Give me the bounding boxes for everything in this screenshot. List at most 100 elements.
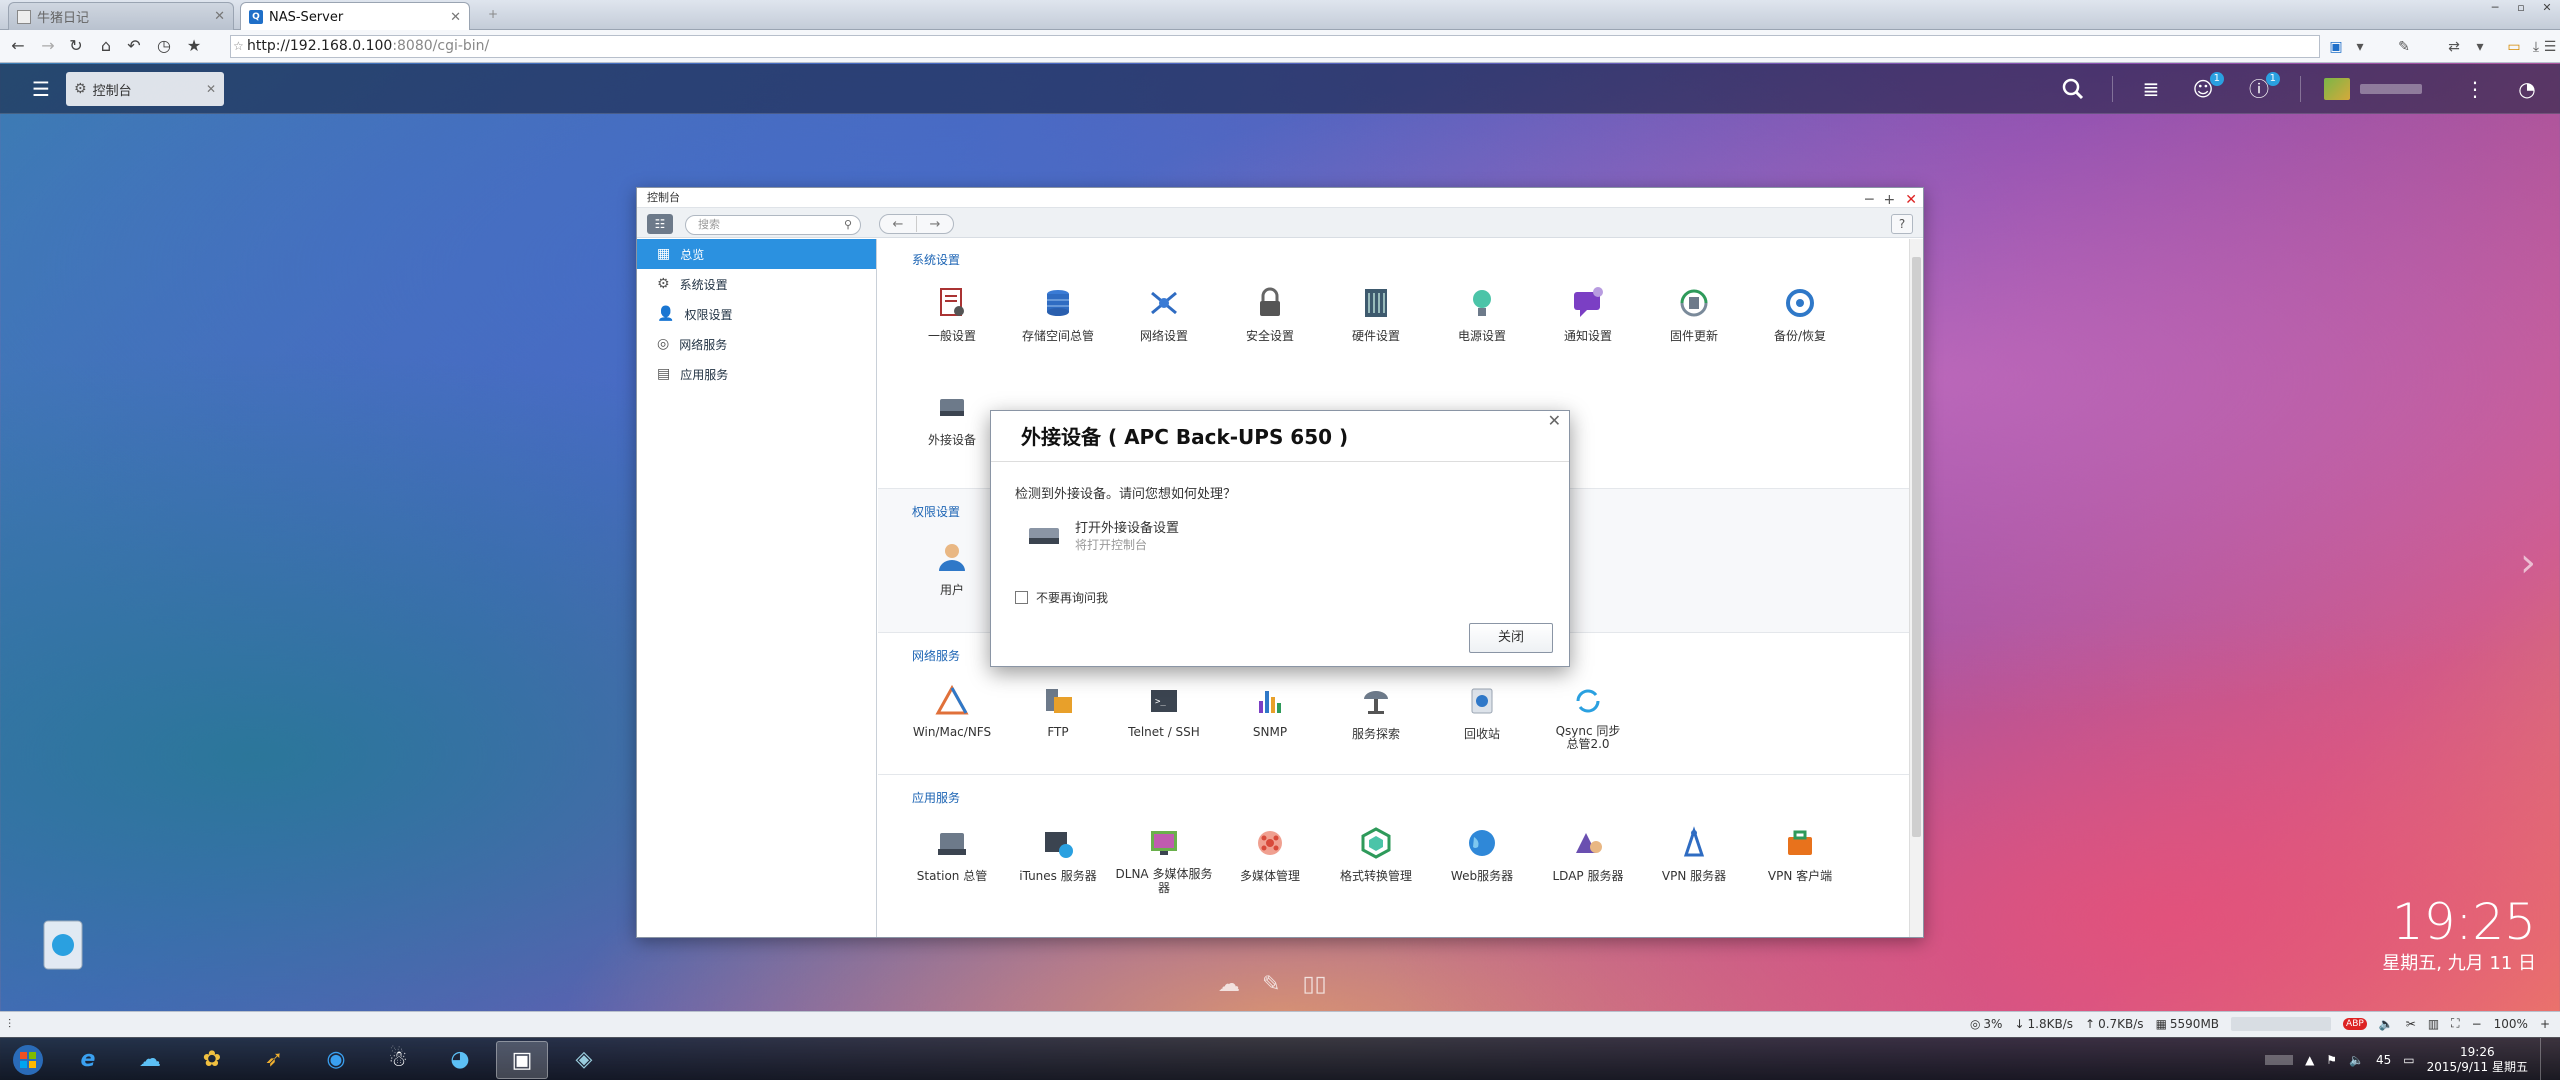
scrollbar-thumb[interactable]	[1912, 257, 1921, 837]
keyboard-icon[interactable]	[2265, 1054, 2294, 1065]
notification-settings-item[interactable]: 通知设置	[1536, 285, 1640, 344]
username-blurred[interactable]	[2360, 84, 2422, 94]
browser-tab-active[interactable]: Q NAS-Server ✕	[240, 2, 470, 31]
back-icon[interactable]: ←	[880, 217, 916, 232]
address-input[interactable]: ☆ http://192.168.0.100:8080/cgi-bin/	[230, 35, 2320, 58]
tasks-icon[interactable]: ≣	[2138, 76, 2164, 102]
reload-icon[interactable]: ↻	[66, 36, 86, 56]
scrollbar[interactable]	[1909, 239, 1923, 937]
volume-icon[interactable]: 🔈	[2379, 1017, 2394, 1031]
close-icon[interactable]: ✕	[2534, 1, 2560, 15]
sidebar-item-system[interactable]: ⚙ 系统设置	[637, 269, 876, 299]
info-icon[interactable]: ⓘ 1	[2246, 72, 2280, 102]
book-icon[interactable]: ▯▯	[1302, 972, 1326, 997]
help-button[interactable]: ?	[1891, 214, 1913, 234]
pen-icon[interactable]: ✎	[1262, 972, 1280, 997]
tools-icon[interactable]: ✎	[2394, 37, 2414, 57]
backup-restore-item[interactable]: 备份/恢复	[1748, 285, 1852, 344]
vpn-server-item[interactable]: VPN 服务器	[1642, 825, 1746, 884]
ldap-server-item[interactable]: LDAP 服务器	[1536, 825, 1640, 884]
network-icon[interactable]: ▭	[2403, 1053, 2414, 1067]
external-device-item[interactable]: 外接设备	[900, 389, 1004, 448]
dlna-server-item[interactable]: DLNA 多媒体服务器	[1112, 825, 1216, 895]
win-mac-nfs-item[interactable]: Win/Mac/NFS	[900, 683, 1004, 739]
zoom-in-icon[interactable]: +	[2540, 1017, 2550, 1031]
notification-icon[interactable]: ☺ 1	[2190, 72, 2224, 102]
dont-ask-checkbox-row[interactable]: 不要再询问我	[1015, 589, 1108, 606]
vpn-client-item[interactable]: VPN 客户端	[1748, 825, 1852, 884]
open-device-settings-option[interactable]: 打开外接设备设置 将打开控制台	[1027, 517, 1179, 553]
sidebar-item-privilege[interactable]: 👤 权限设置	[637, 299, 876, 329]
search-input[interactable]: 搜索 ⚲	[685, 215, 861, 235]
blue-app-icon[interactable]: ◕	[434, 1041, 486, 1079]
avatar[interactable]	[2324, 78, 2350, 100]
browser-app-icon[interactable]: ◉	[310, 1041, 362, 1079]
taskbar-clock[interactable]: 19:26 2015/9/11 星期五	[2427, 1045, 2528, 1075]
snmp-item[interactable]: SNMP	[1218, 683, 1322, 739]
dropdown-icon[interactable]: ▾	[2350, 37, 2370, 57]
cloud-app-icon[interactable]: ☁	[124, 1041, 176, 1079]
sidebar-item-network[interactable]: ◎ 网络服务	[637, 329, 876, 359]
close-icon[interactable]: ✕	[1548, 411, 1561, 430]
close-icon[interactable]: ✕	[450, 10, 461, 25]
window-icon[interactable]: ▭	[2504, 37, 2524, 57]
fullscreen-icon[interactable]: ⛶	[2451, 1016, 2459, 1031]
hardware-settings-item[interactable]: 硬件设置	[1324, 285, 1428, 344]
recycle-bin-icon[interactable]	[34, 915, 92, 973]
start-button-icon[interactable]	[2, 1041, 54, 1079]
window-titlebar[interactable]: 控制台 ─ + ✕	[637, 188, 1923, 208]
dropdown-icon[interactable]: ▾	[2470, 37, 2490, 57]
forward-icon[interactable]: →	[38, 36, 58, 56]
history-icon[interactable]: ◷	[154, 36, 174, 56]
close-icon[interactable]: ✕	[1905, 190, 1917, 210]
minimize-icon[interactable]: ─	[2482, 1, 2508, 15]
flag-icon[interactable]: ⚑	[2326, 1053, 2337, 1067]
web-server-item[interactable]: Web服务器	[1430, 825, 1534, 884]
translate-icon[interactable]: ⇄	[2444, 37, 2464, 57]
more-icon[interactable]: ⋮	[2462, 76, 2488, 102]
security-settings-item[interactable]: 安全设置	[1218, 285, 1322, 344]
new-tab-icon[interactable]: +	[488, 7, 502, 21]
app-tab-control-panel[interactable]: ⚙ 控制台 ✕	[66, 72, 224, 106]
dashboard-icon[interactable]: ◔	[2514, 76, 2540, 102]
qsync-item[interactable]: Qsync 同步 总管2.0	[1536, 683, 1640, 751]
close-icon[interactable]: ✕	[214, 9, 225, 24]
maxthon-icon[interactable]: ▣	[496, 1041, 548, 1079]
qq-icon[interactable]: ☃	[372, 1041, 424, 1079]
star-icon[interactable]: ★	[184, 36, 204, 56]
recycle-bin-item[interactable]: 回收站	[1430, 683, 1534, 742]
service-discovery-item[interactable]: 服务探索	[1324, 683, 1428, 742]
search-icon[interactable]	[2060, 76, 2086, 102]
sidebar-item-overview[interactable]: ▦ 总览	[637, 239, 876, 269]
maximize-icon[interactable]: +	[1884, 190, 1896, 210]
forward-icon[interactable]: →	[917, 217, 953, 232]
menu-icon[interactable]: ☰	[2540, 37, 2560, 57]
maximize-icon[interactable]: ▫	[2508, 1, 2534, 15]
browser-tab[interactable]: 牛猪日记 ✕	[8, 2, 234, 30]
list-view-icon[interactable]: ☷	[647, 214, 673, 234]
tray-up-icon[interactable]: ▲	[2305, 1053, 2314, 1067]
undo-icon[interactable]: ↶	[124, 36, 144, 56]
ie-icon[interactable]: e	[62, 1041, 114, 1079]
show-desktop-button[interactable]	[2540, 1038, 2550, 1080]
next-arrow-icon[interactable]: ›	[2520, 540, 2536, 586]
extension-icon[interactable]: ▣	[2326, 37, 2346, 57]
close-icon[interactable]: ✕	[206, 82, 216, 96]
storage-manager-item[interactable]: 存储空间总管	[1006, 285, 1110, 344]
cloud-icon[interactable]: ☁	[1218, 972, 1240, 997]
minimize-icon[interactable]: ─	[1865, 190, 1873, 210]
firmware-update-item[interactable]: 固件更新	[1642, 285, 1746, 344]
screenshot-icon[interactable]: ✂	[2406, 1017, 2416, 1031]
network-settings-item[interactable]: 网络设置	[1112, 285, 1216, 344]
back-icon[interactable]: ←	[8, 36, 28, 56]
ftp-item[interactable]: FTP	[1006, 683, 1110, 739]
grid-icon[interactable]: ▥	[2428, 1017, 2439, 1031]
power-settings-item[interactable]: 电源设置	[1430, 285, 1534, 344]
general-settings-item[interactable]: 一般设置	[900, 285, 1004, 344]
telnet-ssh-item[interactable]: >_ Telnet / SSH	[1112, 683, 1216, 739]
home-icon[interactable]: ⌂	[96, 36, 116, 56]
paint-icon[interactable]: ✿	[186, 1041, 238, 1079]
hamburger-icon[interactable]: ☰	[28, 76, 54, 102]
ime-indicator[interactable]: 45	[2376, 1053, 2391, 1067]
user-item[interactable]: 用户	[900, 539, 1004, 598]
